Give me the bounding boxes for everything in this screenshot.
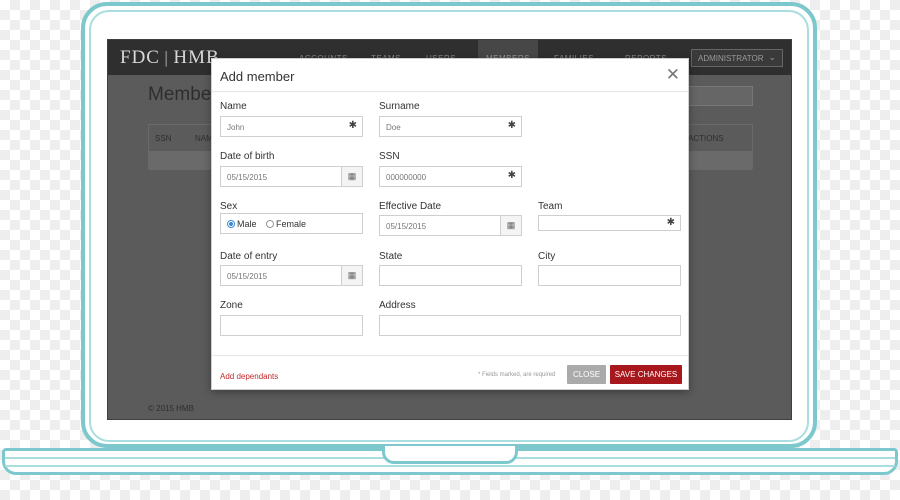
effective-date-field[interactable]: 05/15/2015 ▦ [379,215,522,236]
address-label: Address [379,300,416,311]
calendar-icon[interactable]: ▦ [500,216,521,235]
name-field[interactable]: John ✱ [220,116,363,137]
modal-header-divider [212,91,688,92]
name-label: Name [220,101,247,112]
date-of-entry-value: 05/15/2015 [227,272,268,281]
base-line [5,465,895,467]
zone-label: Zone [220,300,243,311]
name-value: John [227,123,245,132]
modal-footer-divider [212,355,688,356]
column-actions: ACTIONS [688,134,724,143]
effective-date-value: 05/15/2015 [386,222,427,231]
sex-radio-group: Male Female [220,213,363,234]
laptop-notch [382,446,518,464]
sex-label: Sex [220,201,238,212]
role-select-value: ADMINISTRATOR [698,54,764,63]
required-asterisk-icon: ✱ [507,120,516,131]
zone-field[interactable] [220,315,363,336]
required-fields-note: * Fields marked, are required [478,372,556,378]
add-dependants-link[interactable]: Add dependants [220,372,278,381]
ssn-label: SSN [379,151,400,162]
city-field[interactable] [538,265,681,286]
ssn-field[interactable]: 000000000 ✱ [379,166,522,187]
dob-field[interactable]: 05/15/2015 ▦ [220,166,363,187]
date-of-entry-field[interactable]: 05/15/2015 ▦ [220,265,363,286]
logo-primary: FDC [120,47,160,68]
address-field[interactable] [379,315,681,336]
logo-separator: | [163,48,170,67]
close-icon[interactable]: ✕ [666,66,680,83]
surname-label: Surname [379,101,420,112]
sex-option-female[interactable]: Female [266,219,306,229]
surname-value: Doe [386,123,401,132]
city-label: City [538,251,556,262]
male-label: Male [237,219,257,229]
calendar-icon[interactable]: ▦ [341,167,362,186]
sex-option-male[interactable]: Male [227,219,257,229]
required-asterisk-icon: ✱ [507,170,516,181]
effective-date-label: Effective Date [379,201,442,212]
ssn-value: 000000000 [386,173,427,182]
date-of-entry-label: Date of entry [220,251,278,262]
close-button[interactable]: CLOSE [567,365,606,384]
required-asterisk-icon: ✱ [348,120,357,131]
surname-field[interactable]: Doe ✱ [379,116,522,137]
save-changes-button[interactable]: SAVE CHANGES [610,365,682,384]
dob-label: Date of birth [220,151,275,162]
radio-unselected-icon [266,220,274,228]
role-select[interactable]: ADMINISTRATOR ⌄ [691,49,783,67]
team-label: Team [538,201,563,212]
modal-title: Add member [220,69,295,84]
column-ssn: SSN [155,134,172,143]
state-label: State [379,251,403,262]
female-label: Female [276,219,307,229]
calendar-icon[interactable]: ▦ [341,266,362,285]
add-member-modal: Add member ✕ Name John ✱ Surname Doe ✱ D… [211,58,689,390]
search-input[interactable] [683,86,753,106]
team-select[interactable]: ✱ [538,215,681,231]
page-footer: © 2015 HMB [148,404,194,413]
radio-selected-icon [227,220,235,228]
app-logo[interactable]: FDC | HMB [120,47,220,69]
required-asterisk-icon: ✱ [666,217,675,228]
chevron-down-icon: ⌄ [768,52,776,62]
dob-value: 05/15/2015 [227,173,268,182]
state-field[interactable] [379,265,522,286]
